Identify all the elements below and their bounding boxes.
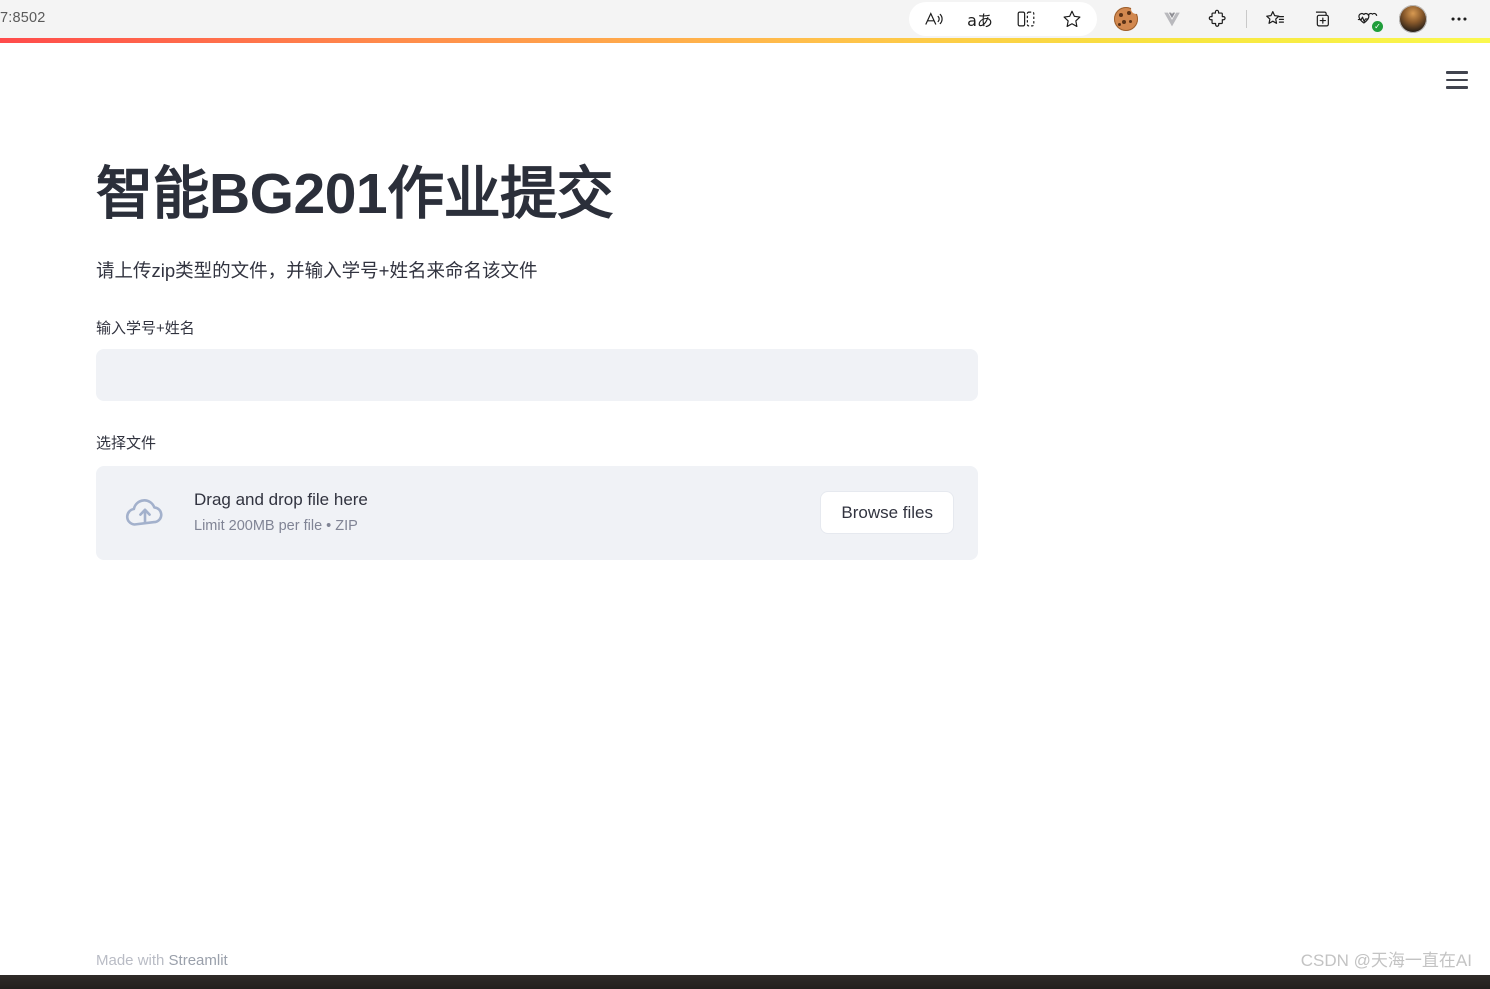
address-bar-text[interactable]: 7:8502 — [0, 10, 46, 26]
settings-more-icon — [1451, 17, 1467, 21]
add-tab-button[interactable] — [1298, 2, 1344, 36]
cookie-extension-icon — [1114, 4, 1141, 31]
footer-brand-link[interactable]: Streamlit — [169, 952, 228, 969]
settings-more-button[interactable] — [1436, 2, 1482, 36]
page-subtitle: 请上传zip类型的文件，并输入学号+姓名来命名该文件 — [96, 259, 538, 281]
screenshot-root: 7:8502 aあ ✓ 智能BG201作业提交 请上传zip类型的文件，并输入学… — [0, 0, 1490, 989]
streamlit-app: 智能BG201作业提交 请上传zip类型的文件，并输入学号+姓名来命名该文件 输… — [0, 43, 1490, 989]
read-aloud-button[interactable] — [911, 2, 957, 36]
browser-toolbar-icons: aあ ✓ — [909, 0, 1482, 38]
hamburger-line — [1446, 71, 1468, 74]
cookie-extension-button[interactable] — [1103, 2, 1149, 36]
file-uploader-dropzone[interactable]: Drag and drop file here Limit 200MB per … — [96, 465, 978, 560]
student-name-input[interactable] — [96, 349, 978, 401]
footer-made-with: Made with — [96, 952, 169, 969]
extensions-button[interactable] — [1195, 2, 1241, 36]
toolbar-divider — [1246, 10, 1247, 28]
toolbar-pill-group: aあ — [909, 2, 1097, 36]
avatar — [1399, 5, 1427, 33]
taskbar-edge — [0, 975, 1490, 989]
split-screen-icon — [1017, 11, 1035, 27]
profile-button[interactable] — [1390, 2, 1436, 36]
browse-files-button[interactable]: Browse files — [820, 490, 954, 535]
dropzone-title: Drag and drop file here — [194, 489, 368, 509]
app-menu-button[interactable] — [1440, 63, 1474, 97]
browser-essentials-button[interactable]: ✓ — [1344, 2, 1390, 36]
hamburger-line — [1446, 78, 1468, 82]
collections-button[interactable] — [1252, 2, 1298, 36]
vue-devtools-extension-icon — [1164, 12, 1180, 27]
browser-toolbar: 7:8502 aあ ✓ — [0, 0, 1490, 38]
footer: Made with Streamlit — [96, 952, 228, 969]
status-check-badge: ✓ — [1372, 21, 1383, 32]
read-aloud-icon — [925, 12, 943, 25]
favorite-star-icon — [1063, 10, 1081, 28]
cloud-upload-icon — [125, 498, 163, 526]
name-input-label: 输入学号+姓名 — [96, 319, 195, 337]
collections-icon — [1266, 11, 1285, 24]
main-content: 智能BG201作业提交 请上传zip类型的文件，并输入学号+姓名来命名该文件 输… — [96, 162, 978, 560]
hamburger-line — [1446, 86, 1468, 89]
split-screen-button[interactable] — [1003, 2, 1049, 36]
extensions-puzzle-icon — [1208, 9, 1226, 27]
upload-texts: Drag and drop file here Limit 200MB per … — [172, 487, 820, 538]
file-uploader-label: 选择文件 — [96, 435, 157, 452]
vue-devtools-extension-button[interactable] — [1149, 2, 1195, 36]
watermark: CSDN @天海一直在AI — [1300, 951, 1472, 970]
translate-button[interactable]: aあ — [957, 2, 1003, 36]
translate-icon: aあ — [967, 11, 993, 30]
add-tab-icon — [1315, 11, 1329, 27]
page-title: 智能BG201作业提交 — [96, 162, 614, 226]
dropzone-limit: Limit 200MB per file • ZIP — [194, 518, 358, 535]
upload-icon-wrap — [118, 493, 172, 533]
add-favorite-button[interactable] — [1049, 2, 1095, 36]
